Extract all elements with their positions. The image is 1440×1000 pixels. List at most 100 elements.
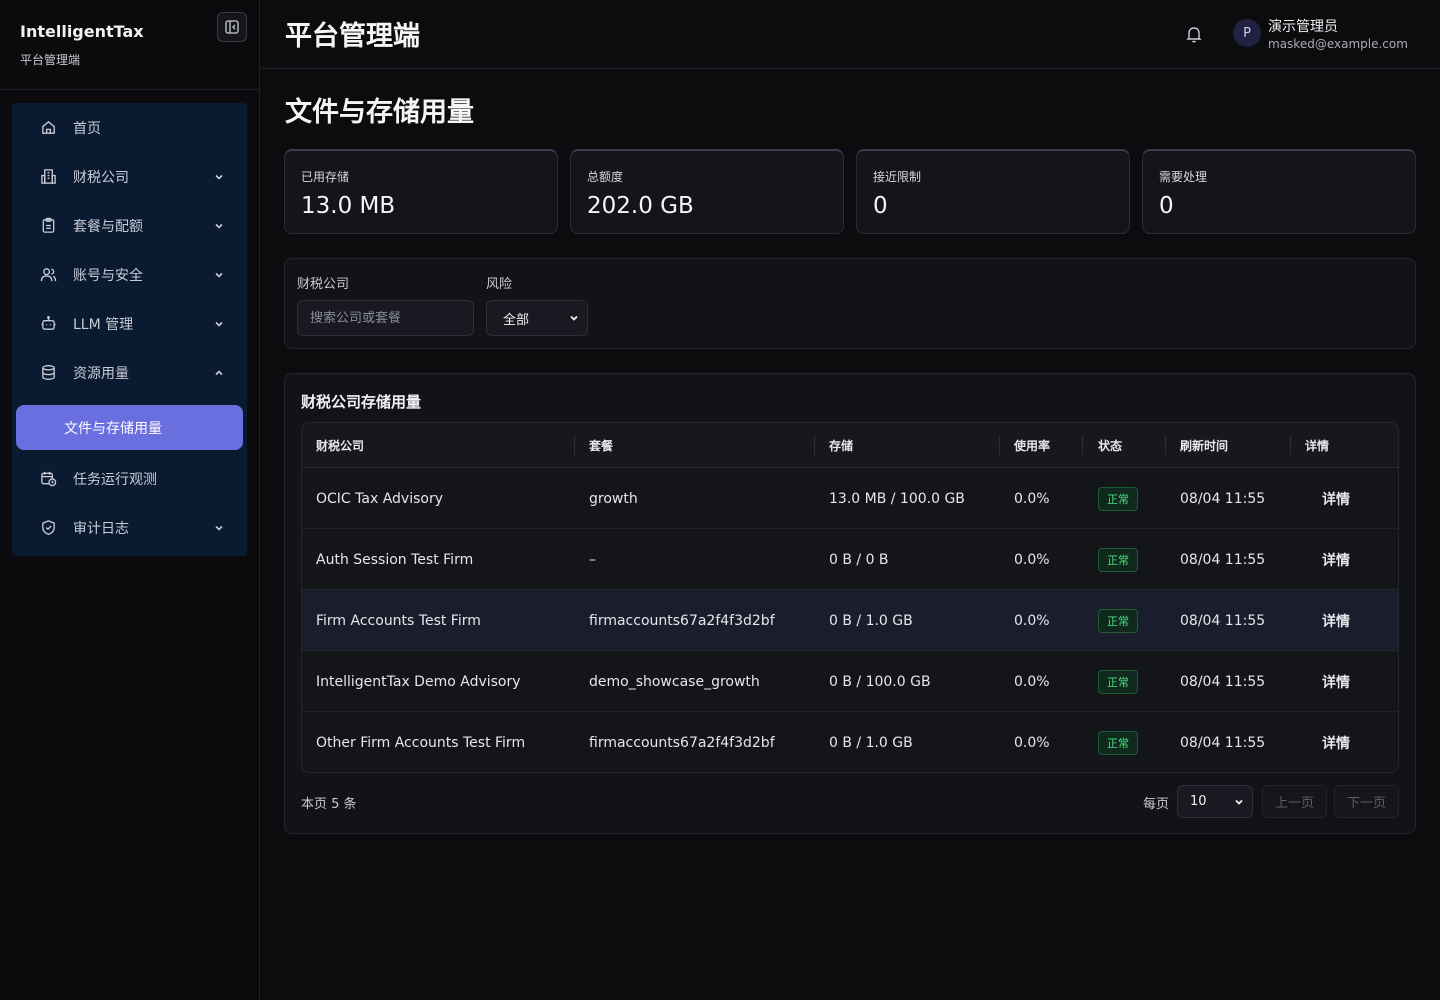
column-header[interactable]: 存储 (829, 423, 853, 468)
sidebar-item-home[interactable]: 首页 (12, 103, 247, 152)
sidebar-item-plans[interactable]: 套餐与配额 (12, 201, 247, 250)
collapse-sidebar-button[interactable] (217, 12, 247, 42)
chevron-down-icon (215, 174, 223, 180)
sidebar-item-label: 财税公司 (73, 169, 129, 186)
column-header[interactable]: 详情 (1305, 423, 1329, 468)
storage-table: 财税公司 套餐 存储 使用率 状态 刷新时间 详情 OCIC Tax Advis… (301, 422, 1399, 773)
cell-company: Auth Session Test Firm (316, 551, 474, 568)
stat-label: 需要处理 (1159, 170, 1208, 184)
clipboard-icon (39, 217, 57, 235)
user-email: masked@example.com (1268, 37, 1408, 51)
chevron-down-icon (215, 223, 223, 229)
header-title: 平台管理端 (285, 21, 420, 52)
table-title: 财税公司存储用量 (301, 393, 422, 411)
sidebar-item-companies[interactable]: 财税公司 (12, 152, 247, 201)
chevron-up-icon (215, 369, 223, 375)
prev-page-button[interactable]: 上一页 (1262, 785, 1327, 818)
page-title: 文件与存储用量 (285, 97, 474, 128)
table-header: 财税公司 套餐 存储 使用率 状态 刷新时间 详情 (302, 423, 1398, 468)
table-row[interactable]: OCIC Tax Advisory growth 13.0 MB / 100.0… (302, 468, 1398, 529)
sidebar-item-label: 套餐与配额 (73, 218, 143, 235)
detail-link[interactable]: 详情 (1322, 651, 1350, 712)
chevron-down-icon (215, 272, 223, 278)
table-row[interactable]: IntelligentTax Demo Advisory demo_showca… (302, 651, 1398, 712)
stat-card-used-storage: 已用存储 13.0 MB (284, 149, 558, 234)
company-search-input[interactable] (297, 300, 474, 336)
status-badge: 正常 (1098, 547, 1138, 572)
sidebar-item-resources[interactable]: 资源用量 (12, 348, 247, 397)
cell-plan: growth (589, 490, 638, 507)
cell-company: Other Firm Accounts Test Firm (316, 734, 526, 751)
filter-panel: 财税公司 风险 全部 (284, 258, 1416, 349)
column-divider (1290, 435, 1291, 455)
table-row[interactable]: Firm Accounts Test Firm firmaccounts67a2… (302, 590, 1398, 651)
bell-icon[interactable] (1184, 24, 1204, 44)
sidebar-item-label: 账号与安全 (73, 267, 143, 284)
stat-card-near-limit: 接近限制 0 (856, 149, 1130, 234)
cell-usage: 0.0% (1014, 612, 1050, 629)
cell-storage: 0 B / 1.0 GB (829, 734, 913, 751)
sidebar-subitem-file-storage[interactable]: 文件与存储用量 (16, 405, 243, 450)
sidebar: IntelligentTax 平台管理端 首页 财税公司 套餐与配额 账号与安全 (0, 0, 260, 1000)
detail-link[interactable]: 详情 (1322, 529, 1350, 590)
sidebar-item-accounts[interactable]: 账号与安全 (12, 250, 247, 299)
chevron-down-icon (1235, 799, 1243, 805)
risk-select[interactable]: 全部 (486, 300, 588, 336)
avatar[interactable]: P (1233, 19, 1261, 47)
column-header[interactable]: 状态 (1098, 423, 1122, 468)
table-row[interactable]: Other Firm Accounts Test Firm firmaccoun… (302, 712, 1398, 772)
storage-table-panel: 财税公司存储用量 财税公司 套餐 存储 使用率 状态 刷新时间 详情 OCIC … (284, 373, 1416, 834)
shield-check-icon (39, 519, 57, 537)
column-header[interactable]: 刷新时间 (1180, 423, 1228, 468)
stat-card-needs-action: 需要处理 0 (1142, 149, 1416, 234)
sidebar-item-label: LLM 管理 (73, 316, 134, 333)
status-badge: 正常 (1098, 669, 1138, 694)
brand: IntelligentTax 平台管理端 (0, 0, 259, 90)
column-divider (574, 435, 575, 455)
column-header[interactable]: 套餐 (589, 423, 613, 468)
risk-filter-label: 风险 (486, 277, 513, 292)
risk-select-value: 全部 (503, 312, 530, 328)
topbar: 平台管理端 P 演示管理员 masked@example.com (260, 0, 1440, 69)
sidebar-collapse-icon (225, 20, 239, 34)
chevron-down-icon (215, 321, 223, 327)
status-badge: 正常 (1098, 608, 1138, 633)
chevron-down-icon (215, 525, 223, 531)
cell-storage: 13.0 MB / 100.0 GB (829, 490, 965, 507)
cell-status: 正常 (1098, 529, 1138, 590)
column-header[interactable]: 财税公司 (316, 423, 364, 468)
stat-label: 接近限制 (873, 170, 922, 184)
robot-icon (39, 315, 57, 333)
column-divider (814, 435, 815, 455)
status-badge: 正常 (1098, 730, 1138, 755)
cell-status: 正常 (1098, 468, 1138, 529)
sidebar-item-label: 资源用量 (73, 365, 129, 382)
sidebar-item-audit-log[interactable]: 审计日志 (12, 503, 247, 552)
cell-storage: 0 B / 100.0 GB (829, 673, 931, 690)
cell-usage: 0.0% (1014, 673, 1050, 690)
cell-plan: firmaccounts67a2f4f3d2bf (589, 734, 775, 751)
stat-value: 202.0 GB (587, 193, 694, 219)
cell-plan: – (589, 551, 596, 568)
per-page-label: 每页 (1143, 797, 1170, 812)
building-icon (39, 168, 57, 186)
chevron-down-icon (570, 315, 578, 321)
users-icon (39, 266, 57, 284)
home-icon (39, 119, 57, 137)
sidebar-item-llm[interactable]: LLM 管理 (12, 299, 247, 348)
column-header[interactable]: 使用率 (1014, 423, 1050, 468)
table-row[interactable]: Auth Session Test Firm – 0 B / 0 B 0.0% … (302, 529, 1398, 590)
sidebar-item-task-monitor[interactable]: 任务运行观测 (12, 454, 247, 503)
detail-link[interactable]: 详情 (1322, 590, 1350, 651)
cell-status: 正常 (1098, 590, 1138, 651)
detail-link[interactable]: 详情 (1322, 468, 1350, 529)
detail-link[interactable]: 详情 (1322, 712, 1350, 772)
per-page-select[interactable]: 10 (1177, 785, 1253, 818)
per-page-value: 10 (1190, 794, 1207, 809)
database-icon (39, 364, 57, 382)
cell-plan: firmaccounts67a2f4f3d2bf (589, 612, 775, 629)
next-page-button[interactable]: 下一页 (1334, 785, 1399, 818)
column-divider (1165, 435, 1166, 455)
cell-refreshed: 08/04 11:55 (1180, 673, 1266, 690)
user-name: 演示管理员 (1268, 19, 1338, 35)
